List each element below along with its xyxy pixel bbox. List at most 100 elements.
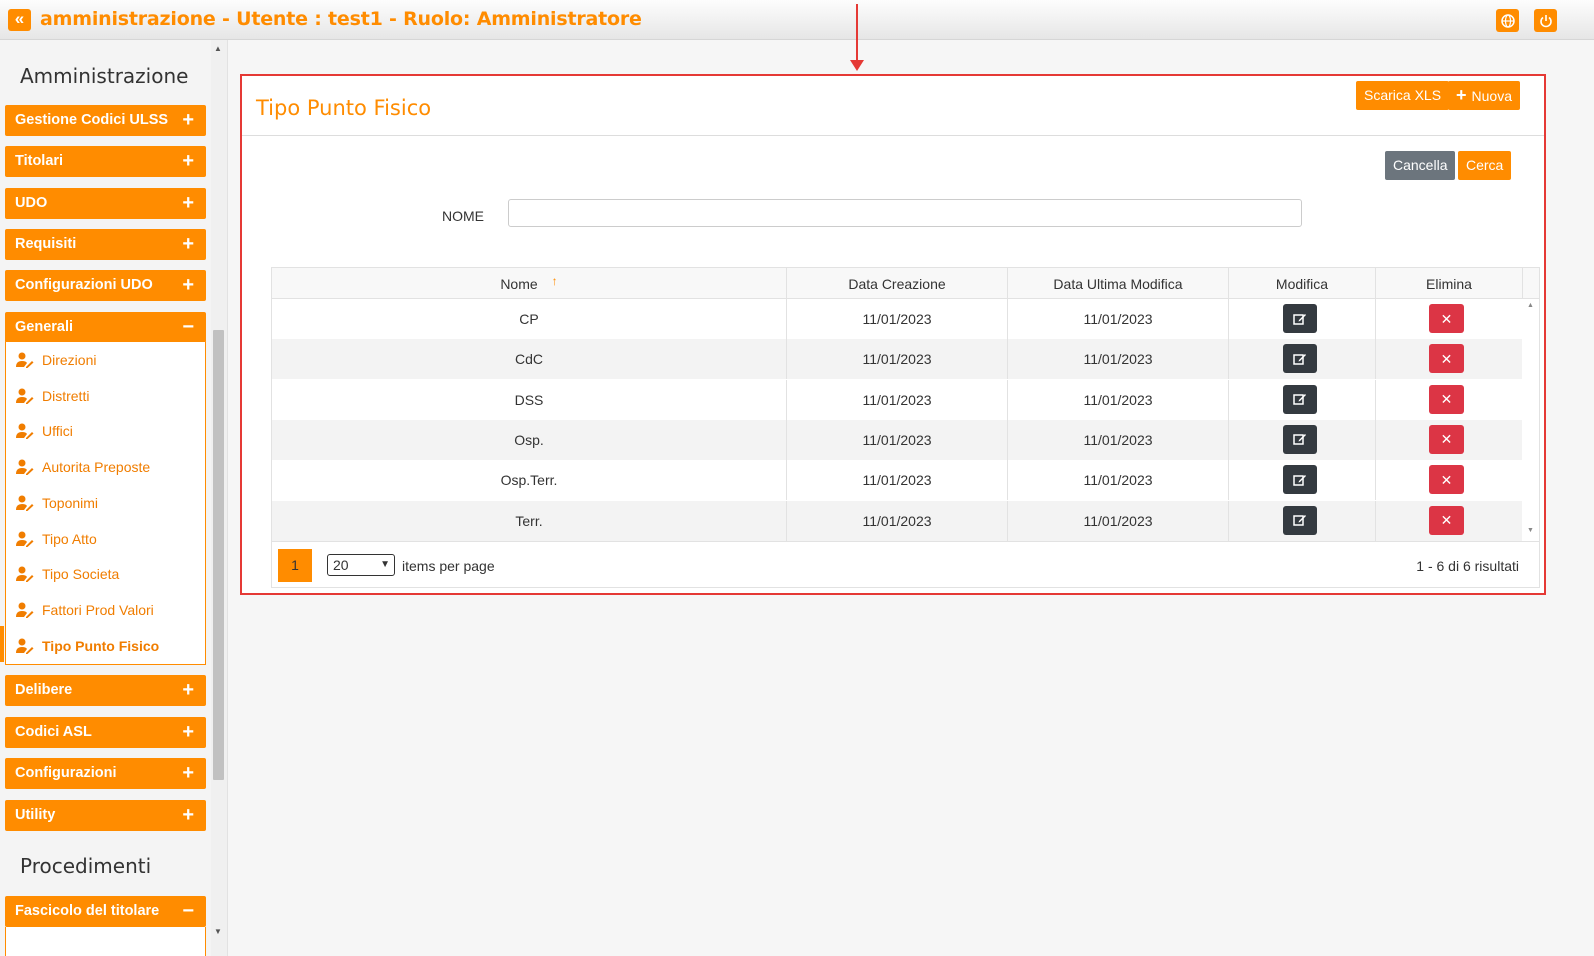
sidebar-group-fascicolo-del-titolare[interactable]: Fascicolo del titolare − bbox=[5, 896, 206, 927]
section-title-amministrazione: Amministrazione bbox=[20, 64, 189, 88]
close-icon[interactable]: ✕ bbox=[1429, 304, 1464, 333]
plus-icon: + bbox=[182, 192, 194, 214]
page-size-select[interactable]: 20 ▼ bbox=[327, 554, 395, 576]
close-icon[interactable]: ✕ bbox=[1429, 465, 1464, 495]
edit-icon[interactable] bbox=[1283, 344, 1317, 374]
sidebar-item-label: Tipo Punto Fisico bbox=[42, 638, 160, 654]
cell-data-creazione: 11/01/2023 bbox=[787, 500, 1008, 541]
plus-icon: + bbox=[182, 109, 194, 131]
sidebar-item-tipo-societa[interactable]: Tipo Societa bbox=[16, 564, 119, 584]
scroll-up-icon[interactable]: ▲ bbox=[1527, 302, 1534, 309]
scroll-up-icon[interactable]: ▲ bbox=[214, 44, 222, 53]
column-header-data-ultima-modifica[interactable]: Data Ultima Modifica bbox=[1008, 268, 1229, 299]
sidebar-item-uffici[interactable]: Uffici bbox=[16, 421, 73, 441]
cell-nome: CP bbox=[272, 299, 787, 339]
sidebar-item-tipo-atto[interactable]: Tipo Atto bbox=[16, 529, 97, 549]
column-header-nome[interactable]: Nome ↑ bbox=[272, 268, 787, 299]
edit-icon[interactable] bbox=[1283, 505, 1317, 535]
app-title: amministrazione - Utente : test1 - Ruolo… bbox=[40, 8, 642, 30]
sidebar-group-codici-asl[interactable]: Codici ASL + bbox=[5, 717, 206, 748]
annotation-arrow-line bbox=[856, 4, 858, 64]
user-edit-icon bbox=[16, 638, 34, 654]
sidebar-item-label: Toponimi bbox=[42, 495, 99, 511]
double-chevron-left-icon[interactable]: « bbox=[8, 9, 31, 31]
chevron-down-icon: ▼ bbox=[380, 559, 390, 570]
sidebar-group-delibere[interactable]: Delibere + bbox=[5, 675, 206, 706]
edit-icon[interactable] bbox=[1283, 424, 1317, 454]
name-label: NOME bbox=[442, 208, 484, 224]
fascicolo-submenu bbox=[5, 927, 206, 956]
close-icon[interactable]: ✕ bbox=[1429, 344, 1464, 374]
plus-icon: + bbox=[182, 679, 194, 701]
group-label: Configurazioni UDO bbox=[15, 277, 153, 293]
sidebar-item-fattori-prod-valori[interactable]: Fattori Prod Valori bbox=[16, 600, 154, 620]
sidebar-item-label: Tipo Atto bbox=[42, 531, 97, 547]
annotation-arrow-head bbox=[850, 60, 864, 71]
plus-icon: + bbox=[182, 762, 194, 784]
group-label: Fascicolo del titolare bbox=[15, 903, 160, 919]
top-bar: « amministrazione - Utente : test1 - Ruo… bbox=[0, 0, 1594, 40]
cell-nome: Osp.Terr. bbox=[272, 460, 787, 501]
edit-icon[interactable] bbox=[1283, 465, 1317, 495]
search-button[interactable]: Cerca bbox=[1458, 151, 1512, 180]
table-row: Osp. 11/01/2023 11/01/2023 ✕ bbox=[272, 419, 1522, 460]
name-input[interactable] bbox=[508, 199, 1302, 227]
sidebar-group-configurazioni-udo[interactable]: Configurazioni UDO + bbox=[5, 270, 206, 301]
sidebar-item-tipo-punto-fisico[interactable]: Tipo Punto Fisico bbox=[16, 636, 159, 656]
sidebar-item-label: Direzioni bbox=[42, 352, 97, 368]
cell-modifica bbox=[1229, 299, 1376, 339]
plus-icon: + bbox=[182, 150, 194, 172]
group-label: Configurazioni bbox=[15, 765, 117, 781]
cell-data-creazione: 11/01/2023 bbox=[787, 379, 1008, 420]
grid-scrollbar[interactable]: ▲ ▼ bbox=[1523, 299, 1539, 541]
cell-nome: Osp. bbox=[272, 419, 787, 460]
sidebar-group-requisiti[interactable]: Requisiti + bbox=[5, 229, 206, 260]
scroll-down-icon[interactable]: ▼ bbox=[214, 927, 222, 936]
sidebar-group-gestione-codici-ulss[interactable]: Gestione Codici ULSS + bbox=[5, 105, 206, 136]
sidebar-item-direzioni[interactable]: Direzioni bbox=[16, 350, 96, 370]
table-row: Osp.Terr. 11/01/2023 11/01/2023 ✕ bbox=[272, 460, 1523, 501]
edit-icon[interactable] bbox=[1283, 304, 1317, 333]
cell-data-ultima-modifica: 11/01/2023 bbox=[1008, 460, 1229, 501]
plus-icon: + bbox=[182, 274, 194, 296]
cell-elimina: ✕ bbox=[1376, 501, 1523, 541]
close-icon[interactable]: ✕ bbox=[1429, 505, 1464, 535]
cancel-button[interactable]: Cancella bbox=[1385, 151, 1456, 180]
page-button[interactable]: 1 bbox=[278, 549, 312, 582]
group-label: Codici ASL bbox=[15, 724, 92, 740]
cell-nome: Terr. bbox=[272, 500, 787, 541]
download-xls-button[interactable]: Scarica XLS bbox=[1356, 81, 1450, 110]
minus-icon: − bbox=[182, 900, 194, 922]
sidebar-group-utility[interactable]: Utility + bbox=[5, 800, 206, 831]
group-label: UDO bbox=[15, 195, 48, 211]
user-edit-icon bbox=[16, 495, 34, 511]
cell-data-ultima-modifica: 11/01/2023 bbox=[1008, 419, 1229, 460]
new-button[interactable]: + Nuova bbox=[1448, 81, 1520, 110]
cell-modifica bbox=[1229, 379, 1376, 420]
sidebar-item-distretti[interactable]: Distretti bbox=[16, 386, 89, 406]
cell-modifica bbox=[1229, 460, 1376, 501]
power-icon[interactable] bbox=[1534, 9, 1557, 32]
sidebar-group-generali[interactable]: Generali − bbox=[5, 312, 206, 343]
globe-icon[interactable] bbox=[1496, 9, 1519, 32]
plus-icon: + bbox=[182, 233, 194, 255]
sidebar-item-label: Fattori Prod Valori bbox=[42, 602, 154, 618]
cell-data-creazione: 11/01/2023 bbox=[787, 419, 1008, 460]
sidebar-group-udo[interactable]: UDO + bbox=[5, 188, 206, 219]
results-count: 1 - 6 di 6 risultati bbox=[1416, 558, 1519, 574]
cell-elimina: ✕ bbox=[1376, 460, 1523, 500]
sidebar-group-titolari[interactable]: Titolari + bbox=[5, 146, 206, 177]
cell-nome: DSS bbox=[272, 379, 787, 420]
section-title-procedimenti: Procedimenti bbox=[20, 854, 152, 878]
edit-icon[interactable] bbox=[1283, 384, 1317, 414]
sidebar-item-toponimi[interactable]: Toponimi bbox=[16, 493, 98, 513]
column-header-data-creazione[interactable]: Data Creazione bbox=[787, 268, 1008, 299]
cell-data-creazione: 11/01/2023 bbox=[787, 299, 1008, 339]
sidebar-group-configurazioni[interactable]: Configurazioni + bbox=[5, 758, 206, 789]
close-icon[interactable]: ✕ bbox=[1429, 384, 1464, 414]
scroll-down-icon[interactable]: ▼ bbox=[1527, 527, 1534, 534]
sidebar-scrollbar[interactable]: ▲ ▼ bbox=[211, 40, 227, 956]
sidebar-item-autorita-preposte[interactable]: Autorita Preposte bbox=[16, 457, 150, 477]
scrollbar-thumb[interactable] bbox=[213, 330, 224, 780]
close-icon[interactable]: ✕ bbox=[1429, 424, 1464, 454]
